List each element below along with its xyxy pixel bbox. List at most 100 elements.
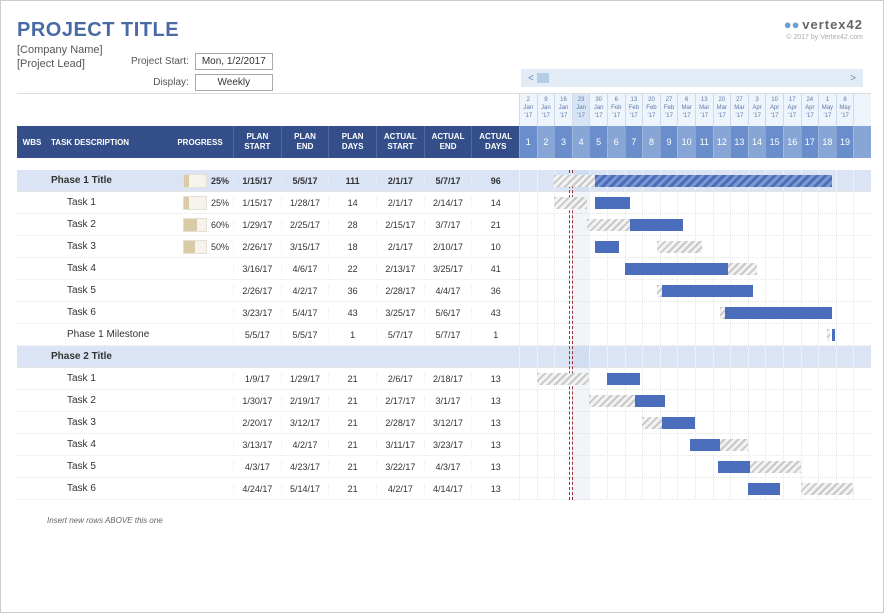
task-row[interactable]: Task 350%2/26/173/15/17182/1/172/10/1710 — [17, 236, 519, 258]
timeline-week-cell: 4 — [572, 126, 590, 158]
timeline-week-cell: 7 — [625, 126, 643, 158]
timeline-scrollbar[interactable]: < > — [521, 69, 863, 87]
task-row[interactable]: Task 63/23/175/4/17433/25/175/6/1743 — [17, 302, 519, 324]
progress-bar-icon — [183, 240, 207, 254]
project-meta: Project Start: Mon, 1/2/2017 Display: We… — [131, 53, 273, 91]
actual-bar — [630, 219, 683, 231]
task-name[interactable]: Phase 1 Title — [47, 175, 167, 186]
task-name[interactable]: Task 2 — [47, 219, 167, 230]
progress-cell[interactable]: 25% — [167, 196, 233, 210]
timeline-date-cell: 13Feb'17 — [625, 94, 643, 126]
scroll-left-icon[interactable]: < — [525, 73, 537, 84]
timeline-dates: 2Jan'179Jan'1716Jan'1723Jan'1730Jan'176F… — [519, 94, 871, 126]
timeline-week-cell: 9 — [660, 126, 678, 158]
task-row[interactable]: Task 54/3/174/23/17213/22/174/3/1713 — [17, 456, 519, 478]
task-name[interactable]: Phase 1 Milestone — [47, 329, 167, 340]
timeline-date-cell: 30Jan'17 — [589, 94, 607, 126]
task-name[interactable]: Task 1 — [47, 373, 167, 384]
timeline-week-cell: 8 — [642, 126, 660, 158]
col-progress: PROGRESS — [167, 126, 233, 158]
task-name[interactable]: Task 5 — [47, 285, 167, 296]
task-row[interactable]: Task 52/26/174/2/17362/28/174/4/1736 — [17, 280, 519, 302]
actual-bar — [662, 417, 695, 429]
task-row[interactable]: Task 43/16/174/6/17222/13/173/25/1741 — [17, 258, 519, 280]
task-row[interactable]: Task 32/20/173/12/17212/28/173/12/1713 — [17, 412, 519, 434]
timeline-week-cell: 15 — [765, 126, 783, 158]
task-row[interactable]: Task 260%1/29/172/25/17282/15/173/7/1721 — [17, 214, 519, 236]
timeline-date-cell: 17Apr'17 — [783, 94, 801, 126]
actual-bar — [595, 197, 630, 209]
col-plan-end: PLANEND — [281, 126, 329, 158]
task-row[interactable]: Task 21/30/172/19/17212/17/173/1/1713 — [17, 390, 519, 412]
task-row[interactable]: Phase 2 Title — [17, 346, 519, 368]
task-name[interactable]: Phase 2 Title — [47, 351, 167, 362]
task-row[interactable]: Task 11/9/171/29/17212/6/172/18/1713 — [17, 368, 519, 390]
timeline-date-cell: 23Jan'17 — [572, 94, 590, 126]
task-row[interactable]: Task 125%1/15/171/28/17142/1/172/14/1714 — [17, 192, 519, 214]
logo: ●● vertex42 — [784, 17, 863, 32]
actual-bar — [690, 439, 720, 451]
timeline-week-cell: 2 — [537, 126, 555, 158]
timeline-date-cell: 13Mar'17 — [695, 94, 713, 126]
plan-bar — [748, 461, 801, 473]
col-plan-days: PLANDAYS — [328, 126, 376, 158]
scroll-track[interactable] — [537, 73, 847, 83]
plan-bar — [801, 483, 854, 495]
timeline-week-cell: 13 — [730, 126, 748, 158]
task-name[interactable]: Task 5 — [47, 461, 167, 472]
task-row[interactable]: Phase 1 Title25%1/15/175/5/171112/1/175/… — [17, 170, 519, 192]
actual-bar — [832, 329, 835, 341]
actual-bar — [595, 175, 833, 187]
footer-note: Insert new rows ABOVE this one — [17, 512, 519, 525]
task-name[interactable]: Task 1 — [47, 197, 167, 208]
progress-cell[interactable]: 25% — [167, 174, 233, 188]
logo-dots-icon: ●● — [784, 17, 800, 32]
task-name[interactable]: Task 2 — [47, 395, 167, 406]
display-value[interactable]: Weekly — [195, 74, 273, 91]
task-name[interactable]: Task 3 — [47, 241, 167, 252]
task-row[interactable]: Task 64/24/175/14/17214/2/174/14/1713 — [17, 478, 519, 500]
header-right: ●● vertex42 © 2017 by Vertex42.com — [784, 17, 863, 41]
actual-bar — [607, 373, 640, 385]
timeline-date-cell: 10Apr'17 — [765, 94, 783, 126]
logo-suffix: 42 — [847, 17, 863, 32]
timeline-date-cell: 9Jan'17 — [537, 94, 555, 126]
gantt-chart-body — [519, 170, 871, 500]
plan-bar — [537, 373, 590, 385]
timeline-week-cell: 19 — [836, 126, 854, 158]
project-start-value[interactable]: Mon, 1/2/2017 — [195, 53, 273, 70]
spreadsheet-page: PROJECT TITLE [Company Name] [Project Le… — [0, 0, 884, 613]
plan-bar — [657, 241, 702, 253]
timeline-week-cell: 10 — [677, 126, 695, 158]
progress-cell[interactable]: 50% — [167, 240, 233, 254]
timeline-date-cell: 6Feb'17 — [607, 94, 625, 126]
task-row[interactable]: Task 43/13/174/2/17213/11/173/23/1713 — [17, 434, 519, 456]
project-start-label: Project Start: — [131, 56, 189, 67]
actual-bar — [662, 285, 753, 297]
task-name[interactable]: Task 6 — [47, 307, 167, 318]
timeline-date-cell: 27Mar'17 — [730, 94, 748, 126]
progress-bar-icon — [183, 174, 207, 188]
col-desc: TASK DESCRIPTION — [47, 126, 167, 158]
task-row[interactable]: Phase 1 Milestone5/5/175/5/1715/7/175/7/… — [17, 324, 519, 346]
task-list-pane: WBS TASK DESCRIPTION PROGRESS PLANSTART … — [17, 93, 519, 600]
timeline-week-cell: 3 — [554, 126, 572, 158]
plan-bar — [554, 197, 587, 209]
scroll-thumb[interactable] — [537, 73, 549, 83]
timeline-date-cell: 16Jan'17 — [554, 94, 572, 126]
timeline-week-cell: 11 — [695, 126, 713, 158]
task-name[interactable]: Task 3 — [47, 417, 167, 428]
scroll-right-icon[interactable]: > — [847, 73, 859, 84]
gantt-chart-pane: 2Jan'179Jan'1716Jan'1723Jan'1730Jan'176F… — [519, 93, 871, 600]
task-name[interactable]: Task 4 — [47, 439, 167, 450]
timeline-date-cell — [853, 94, 871, 126]
task-name[interactable]: Task 6 — [47, 483, 167, 494]
task-name[interactable]: Task 4 — [47, 263, 167, 274]
workspace: WBS TASK DESCRIPTION PROGRESS PLANSTART … — [17, 93, 871, 600]
timeline-week-cell: 6 — [607, 126, 625, 158]
copyright: © 2017 by Vertex42.com — [784, 34, 863, 41]
timeline-date-cell: 1May'17 — [818, 94, 836, 126]
timeline-week-cell: 18 — [818, 126, 836, 158]
actual-bar — [635, 395, 665, 407]
progress-cell[interactable]: 60% — [167, 218, 233, 232]
